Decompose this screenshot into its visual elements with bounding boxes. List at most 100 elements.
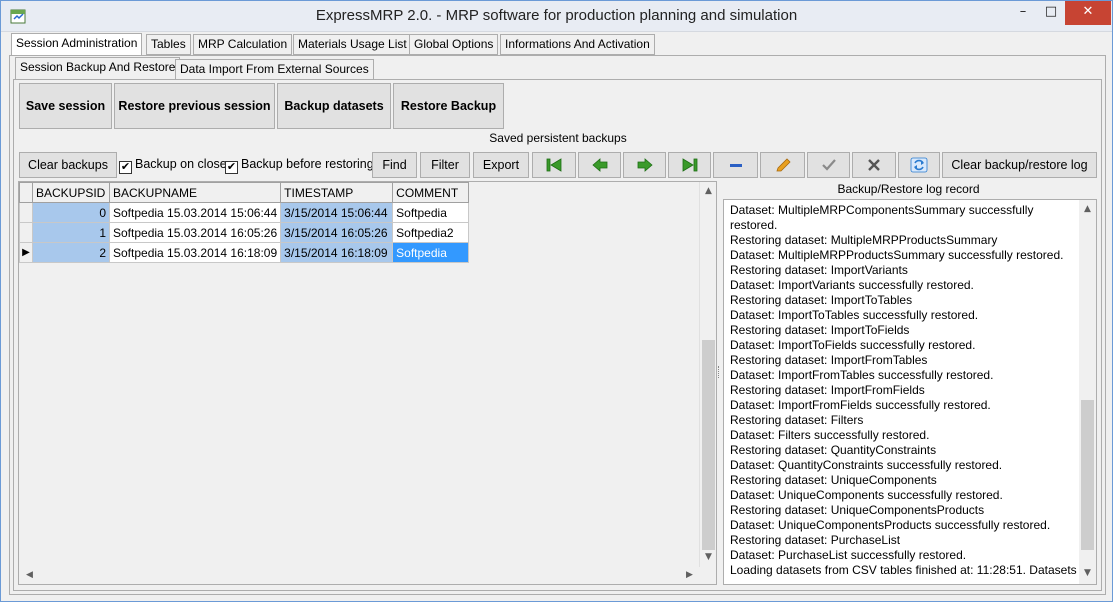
table-row[interactable]: 0 Softpedia 15.03.2014 15:06:44 3/15/201… [19,202,470,223]
cell-timestamp[interactable]: 3/15/2014 16:05:26 [280,222,394,243]
prior-record-icon [591,158,607,172]
prior-record-button[interactable] [578,152,621,178]
last-record-button[interactable] [668,152,711,178]
close-button[interactable]: ✕ [1065,1,1111,25]
table-row-current[interactable]: ▶ 2 Softpedia 15.03.2014 16:18:09 3/15/2… [19,242,470,263]
log-line: Dataset: PurchaseList successfully resto… [730,548,967,562]
backup-before-restoring-check[interactable]: ✔ [225,161,238,174]
tab-global-options[interactable]: Global Options [409,34,499,55]
col-header-backupsid[interactable]: BACKUPSID [32,182,110,203]
table-row[interactable]: 1 Softpedia 15.03.2014 16:05:26 3/15/201… [19,222,470,243]
clear-log-button[interactable]: Clear backup/restore log [942,152,1097,178]
app-window: ExpressMRP 2.0. - MRP software for produ… [0,0,1113,602]
cell-backupsid[interactable]: 1 [32,222,110,243]
find-button[interactable]: Find [372,152,417,178]
cell-comment[interactable]: Softpedia [392,202,470,223]
edit-record-button[interactable] [760,152,805,178]
minimize-button[interactable]: – [1008,1,1038,25]
window-title: ExpressMRP 2.0. - MRP software for produ… [315,7,798,24]
col-header-backupname[interactable]: BACKUPNAME [108,182,282,203]
maximize-button[interactable]: □ [1036,1,1066,25]
tab-session-backup-and-restore[interactable]: Session Backup And Restore [15,57,181,79]
grid-vertical-scrollbar[interactable]: ▲ ▼ [699,182,716,567]
cell-backupname[interactable]: Softpedia 15.03.2014 16:18:09 [108,242,282,263]
log-line: Restoring dataset: Filters [730,413,864,427]
last-record-icon [682,158,697,172]
backup-datasets-button[interactable]: Backup datasets [277,83,391,129]
log-line: Dataset: ImportToFields successfully res… [730,338,976,352]
log-line: Restoring dataset: MultipleMRPProductsSu… [730,233,998,247]
cell-comment[interactable]: Softpedia [392,242,470,263]
cancel-edit-icon [868,159,880,171]
log-vertical-scrollbar[interactable]: ▲ ▼ [1079,200,1096,584]
backups-table: BACKUPSID BACKUPNAME TIMESTAMP COMMENT 0… [19,182,470,263]
tab-tables[interactable]: Tables [146,34,191,55]
tab-data-import[interactable]: Data Import From External Sources [175,59,374,80]
grid-header-row: BACKUPSID BACKUPNAME TIMESTAMP COMMENT [19,182,470,203]
log-line: restored. [730,218,778,232]
log-line: Restoring dataset: ImportToTables [730,293,913,307]
cancel-edit-button[interactable] [852,152,896,178]
cell-timestamp[interactable]: 3/15/2014 15:06:44 [280,202,394,223]
log-line: Dataset: ImportVariants successfully res… [730,278,974,292]
cell-backupsid[interactable]: 0 [32,202,110,223]
backups-grid[interactable]: BACKUPSID BACKUPNAME TIMESTAMP COMMENT 0… [18,181,717,585]
restore-backup-button[interactable]: Restore Backup [393,83,504,129]
cell-comment[interactable]: Softpedia2 [392,222,470,243]
clear-backups-button[interactable]: Clear backups [19,152,117,178]
col-header-timestamp[interactable]: TIMESTAMP [280,182,394,203]
post-edit-button[interactable] [807,152,850,178]
scroll-left-icon[interactable]: ◀ [21,570,38,580]
log-line: Dataset: QuantityConstraints successfull… [730,458,1003,472]
log-line: Dataset: MultipleMRPProductsSummary succ… [730,248,1064,262]
log-line: Dataset: UniqueComponents successfully r… [730,488,1003,502]
grid-horizontal-scrollbar[interactable]: ◀ ▶ [19,567,699,584]
log-line: Restoring dataset: UniqueComponents [730,473,937,487]
current-row-indicator-icon: ▶ [19,242,33,263]
first-record-icon [546,158,562,172]
save-session-button[interactable]: Save session [19,83,112,129]
cell-backupname[interactable]: Softpedia 15.03.2014 16:05:26 [108,222,282,243]
log-line: Dataset: ImportFromTables successfully r… [730,368,994,382]
cell-backupname[interactable]: Softpedia 15.03.2014 15:06:44 [108,202,282,223]
log-line: Dataset: UniqueComponentsProducts succes… [730,518,1051,532]
log-line: Dataset: ImportToTables successfully res… [730,308,979,322]
log-line: Restoring dataset: ImportToFields [730,323,910,337]
restore-previous-session-button[interactable]: Restore previous session [114,83,275,129]
backup-on-close-checkbox[interactable]: ✔ Backup on close [119,157,227,174]
backup-on-close-label: Backup on close [135,157,227,171]
export-button[interactable]: Export [473,152,529,178]
log-line: Loading datasets from CSV tables finishe… [730,563,1077,577]
backup-on-close-check[interactable]: ✔ [119,161,132,174]
log-line: Restoring dataset: PurchaseList [730,533,901,547]
cell-backupsid[interactable]: 2 [32,242,110,263]
refresh-icon [910,157,928,173]
post-edit-icon [821,159,836,171]
tab-mrp-calculation[interactable]: MRP Calculation [193,34,293,55]
delete-record-button[interactable] [713,152,758,178]
scroll-down-icon[interactable]: ▼ [700,552,717,562]
title-bar: ExpressMRP 2.0. - MRP software for produ… [1,1,1112,32]
log-scroll-up-icon[interactable]: ▲ [1079,204,1096,214]
first-record-button[interactable] [532,152,576,178]
grid-scroll-thumb[interactable] [702,340,715,550]
log-line: Restoring dataset: ImportFromTables [730,353,928,367]
log-scroll-thumb[interactable] [1081,400,1094,550]
log-scroll-down-icon[interactable]: ▼ [1079,568,1096,578]
cell-timestamp[interactable]: 3/15/2014 16:18:09 [280,242,394,263]
log-line: Restoring dataset: ImportFromFields [730,383,925,397]
scroll-right-icon[interactable]: ▶ [681,570,698,580]
filter-button[interactable]: Filter [420,152,470,178]
backup-before-restoring-checkbox[interactable]: ✔ Backup before restoring [225,157,374,174]
col-header-comment[interactable]: COMMENT [392,182,470,203]
scroll-up-icon[interactable]: ▲ [700,186,717,196]
refresh-button[interactable] [898,152,940,178]
log-memo[interactable]: ▲ ▼ Dataset: MultipleMRPComponentsSummar… [723,199,1097,585]
backup-before-restoring-label: Backup before restoring [241,157,374,171]
tab-session-administration[interactable]: Session Administration [11,33,143,55]
log-panel: Backup/Restore log record ▲ ▼ Dataset: M… [721,181,1097,585]
next-record-button[interactable] [623,152,666,178]
tab-informations-and-activation[interactable]: Informations And Activation [500,34,655,55]
row-indicator [19,202,33,223]
tab-materials-usage-list[interactable]: Materials Usage List [293,34,412,55]
